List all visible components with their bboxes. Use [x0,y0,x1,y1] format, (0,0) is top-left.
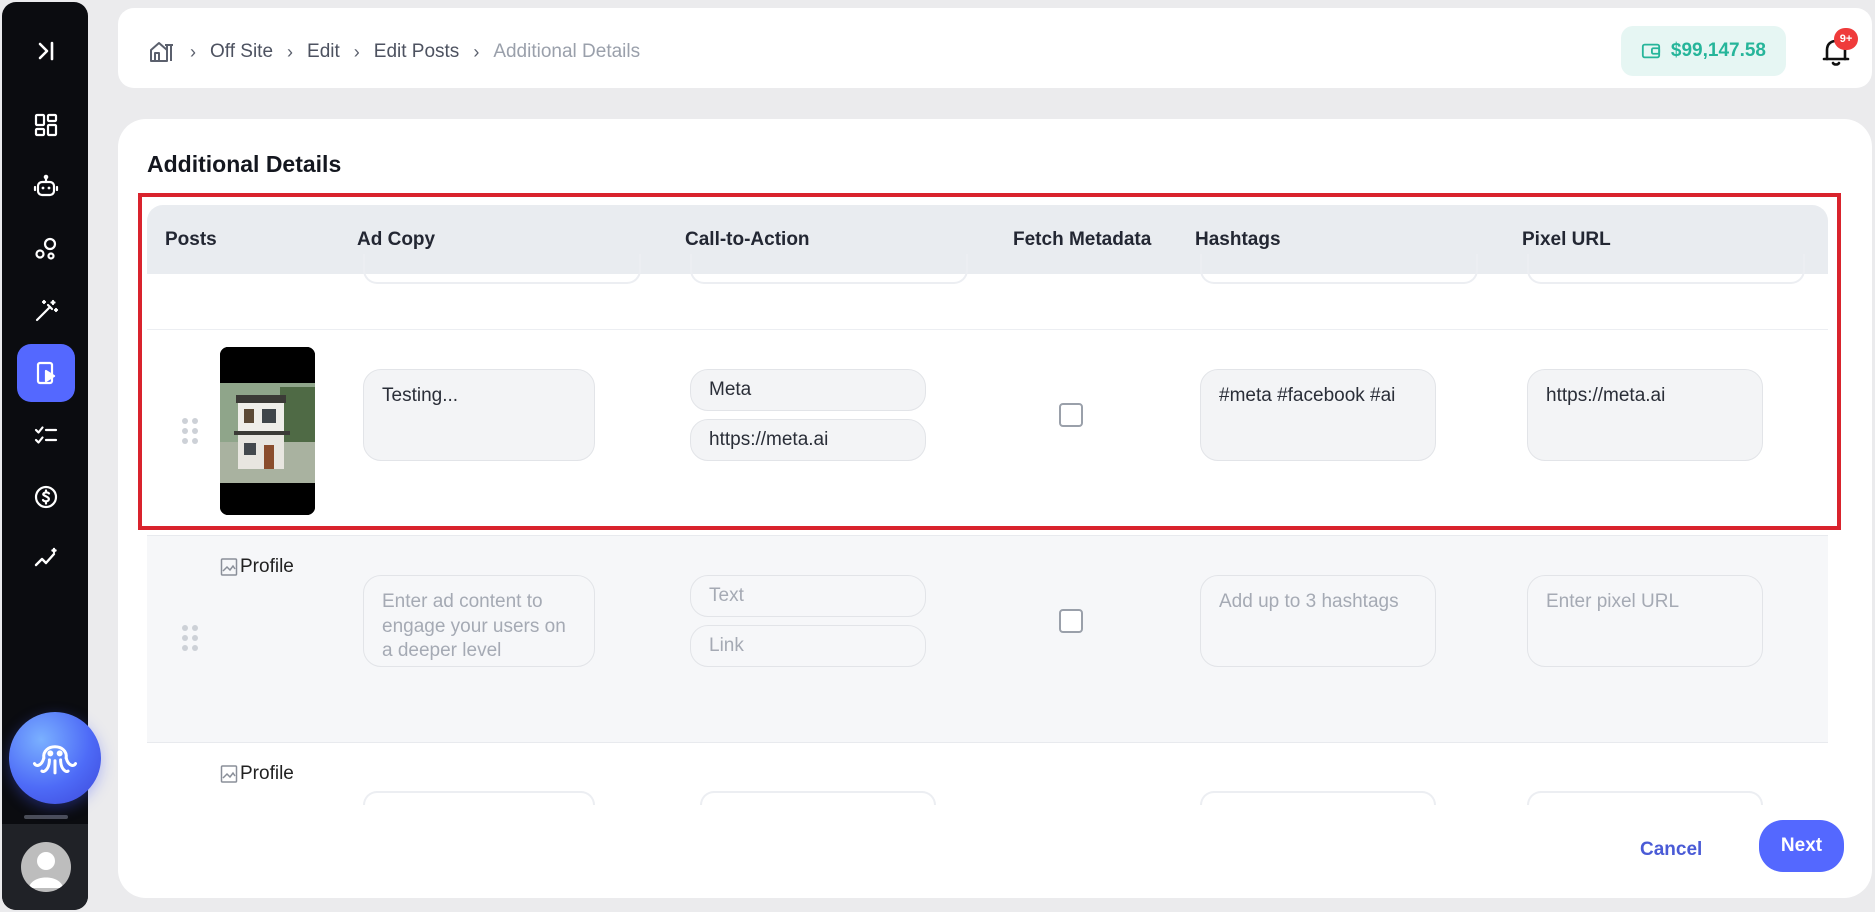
breadcrumb-item-edit-posts[interactable]: Edit Posts [374,41,460,63]
ad-copy-placeholder: Enter ad content to engage your users on… [382,591,566,662]
analytics-icon [34,547,57,567]
posts-table: Posts Ad Copy Call-to-Action Fetch Metad… [147,205,1828,805]
breadcrumb-item-edit[interactable]: Edit [307,41,340,63]
page-title: Additional Details [147,151,342,177]
sidebar-item-posts[interactable] [17,344,75,402]
breadcrumb-separator: › [473,41,480,62]
image-alt-text: Profile [240,556,294,577]
field-edge [363,254,641,284]
avatar[interactable] [21,842,71,892]
field-edge [1200,254,1478,284]
home-icon[interactable] [148,38,176,66]
drag-handle-icon[interactable] [181,624,199,652]
sidebar-item-dashboard[interactable] [17,96,75,154]
table-row: Profile Enter ad content to engage your … [147,535,1828,742]
profile-image-broken: Profile [220,556,294,578]
pixel-url-placeholder: Enter pixel URL [1546,591,1680,612]
hashtags-input[interactable]: Add up to 3 hashtags [1200,575,1436,667]
profile-image-broken: Profile [220,763,294,785]
magic-wand-icon [35,299,59,322]
assistant-button[interactable] [9,712,101,804]
wallet-balance[interactable]: $99,147.58 [1620,26,1786,76]
field-edge [1200,791,1436,805]
sidebar-item-magic[interactable] [17,282,75,340]
cta-link-input[interactable]: https://meta.ai [690,419,926,461]
dashboard-icon [34,113,58,137]
pixel-url-input[interactable]: https://meta.ai [1527,369,1763,461]
table-row: Profile [147,742,1828,805]
house-image [220,347,315,515]
hashtags-input[interactable]: #meta #facebook #ai [1200,369,1436,461]
broken-image-icon [220,558,238,576]
sidebar-divider [24,815,68,819]
pixel-url-input[interactable]: Enter pixel URL [1527,575,1763,667]
user-avatar-icon [29,852,63,888]
ad-copy-input[interactable]: Testing... [363,369,595,461]
cta-text-placeholder: Text [709,585,744,606]
sidebar-item-bot[interactable] [17,158,75,216]
field-edge [1527,791,1763,805]
breadcrumb-separator: › [190,41,196,62]
sidebar-item-analytics[interactable] [17,530,75,588]
notifications-button[interactable]: 9+ [1818,28,1858,70]
collapse-icon [38,41,54,61]
checklist-icon [34,426,58,444]
field-edge [700,791,936,805]
wallet-amount: $99,147.58 [1670,40,1766,61]
breadcrumb-current: Additional Details [493,41,641,62]
table-row-partial [147,254,1828,330]
bot-icon [33,174,59,197]
column-header-fetch-metadata: Fetch Metadata [1013,228,1152,250]
cta-text-input[interactable]: Text [690,575,926,617]
video-post-icon [36,361,56,385]
cta-text-input[interactable]: Meta [690,369,926,411]
sidebar-item-bubbles[interactable] [17,220,75,278]
breadcrumb: › Off Site › Edit › Edit Posts › Additio… [148,8,640,96]
field-edge [363,791,595,805]
notification-badge: 9+ [1834,28,1858,50]
fetch-metadata-checkbox[interactable] [1059,609,1083,633]
cta-link-placeholder: Link [709,635,744,656]
sidebar-item-checklist[interactable] [17,406,75,464]
dollar-icon [34,485,58,509]
breadcrumb-item-off-site[interactable]: Off Site [210,41,273,63]
field-edge [1527,254,1805,284]
bubbles-icon [35,237,57,260]
cta-link-input[interactable]: Link [690,625,926,667]
image-alt-text: Profile [240,763,294,784]
wallet-icon [1641,43,1660,59]
hashtags-placeholder: Add up to 3 hashtags [1219,591,1399,612]
ad-copy-input[interactable]: Enter ad content to engage your users on… [363,575,595,667]
drag-handle-icon[interactable] [181,417,199,445]
field-edge [690,254,968,284]
sidebar-collapse-button[interactable] [17,22,75,80]
octopus-icon [32,745,78,775]
additional-details-card: Additional Details Posts Ad Copy Call-to… [118,119,1872,898]
column-header-posts: Posts [165,228,217,250]
breadcrumb-separator: › [287,41,294,62]
top-header: › Off Site › Edit › Edit Posts › Additio… [118,8,1872,88]
broken-image-icon [220,765,238,783]
fetch-metadata-checkbox[interactable] [1059,403,1083,427]
breadcrumb-separator: › [353,41,360,62]
cancel-button[interactable]: Cancel [1628,828,1714,872]
sidebar-item-billing[interactable] [17,468,75,526]
post-thumbnail[interactable] [220,347,315,515]
table-row: Testing... Meta https://meta.ai #meta #f… [147,331,1828,535]
next-button[interactable]: Next [1759,820,1844,872]
